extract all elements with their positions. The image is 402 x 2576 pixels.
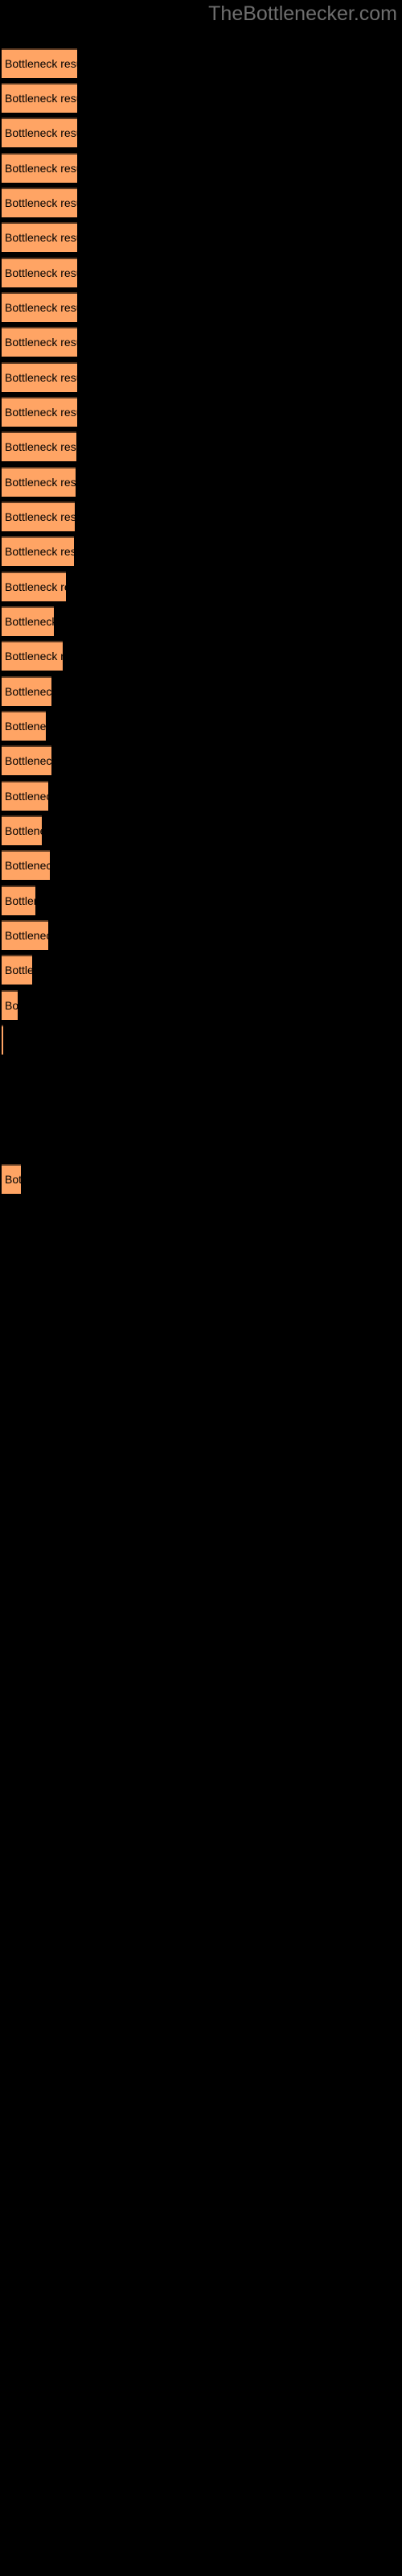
- bar-22[interactable]: Bottleneck result: [2, 781, 48, 811]
- bar-label: Bottleneck result: [5, 929, 48, 942]
- bar-label: Bottleneck result: [5, 1173, 21, 1186]
- bar-label: Bottleneck result: [5, 162, 77, 175]
- bar-label: Bottleneck result: [5, 894, 35, 907]
- bar-8[interactable]: Bottleneck result: [2, 292, 77, 322]
- bar-23[interactable]: Bottleneck result: [2, 815, 42, 845]
- bar-19[interactable]: Bottleneck result: [2, 676, 51, 706]
- bar-5[interactable]: Bottleneck result: [2, 188, 77, 217]
- bar-15[interactable]: Bottleneck result: [2, 536, 74, 566]
- bar-17[interactable]: Bottleneck result: [2, 606, 54, 636]
- bar-3[interactable]: Bottleneck result: [2, 118, 77, 147]
- bar-label: Bottleneck result: [5, 545, 74, 558]
- bar-label: Bottleneck result: [5, 999, 18, 1012]
- bar-4[interactable]: Bottleneck result: [2, 153, 77, 183]
- bar-7[interactable]: Bottleneck result: [2, 258, 77, 287]
- bar-label: Bottleneck result: [5, 92, 77, 105]
- bar-9[interactable]: Bottleneck result: [2, 327, 77, 357]
- bar-label: Bottleneck result: [5, 301, 77, 314]
- bar-label: Bottleneck result: [5, 371, 77, 384]
- bar-11[interactable]: Bottleneck result: [2, 397, 77, 427]
- bar-label: Bottleneck result: [5, 580, 66, 593]
- bar-label: Bottleneck result: [5, 615, 54, 628]
- bar-24[interactable]: Bottleneck result: [2, 850, 50, 880]
- bar-2[interactable]: Bottleneck result: [2, 83, 77, 113]
- bar-25[interactable]: Bottleneck result: [2, 886, 35, 915]
- bar-20[interactable]: Bottleneck result: [2, 711, 46, 741]
- bar-label: Bottleneck result: [5, 754, 51, 767]
- bar-label: Bottleneck result: [5, 824, 42, 837]
- bar-label: Bottleneck result: [5, 790, 48, 803]
- bar-10[interactable]: Bottleneck result: [2, 362, 77, 392]
- bar-list: Bottleneck result Bottleneck result Bottle…: [0, 0, 402, 2576]
- bar-label: Bottleneck result: [5, 440, 76, 453]
- bar-26[interactable]: Bottleneck result: [2, 920, 48, 950]
- bar-13[interactable]: Bottleneck result: [2, 467, 76, 497]
- bottleneck-chart: TheBottlenecker.com Bottleneck resultBot…: [0, 0, 402, 2576]
- bar-6[interactable]: Bottleneck result: [2, 222, 77, 252]
- bar-label: Bottleneck result: [5, 231, 77, 244]
- bar-label: Bottleneck result: [5, 406, 77, 419]
- bar-label: Bottleneck result: [5, 196, 77, 209]
- bar-label: Bottleneck result: [5, 720, 46, 733]
- bar-label: Bottleneck result: [5, 685, 51, 698]
- bar-label: Bottleneck result: [5, 126, 77, 139]
- bar-29[interactable]: Bottleneck result: [2, 1025, 3, 1055]
- bar-21[interactable]: Bottleneck result: [2, 745, 51, 775]
- bar-14[interactable]: Bottleneck result: [2, 502, 75, 531]
- bar-28[interactable]: Bottleneck result: [2, 990, 18, 1020]
- bar-label: Bottleneck result: [5, 57, 77, 70]
- bar-label: Bottleneck result: [5, 859, 50, 872]
- bar-16[interactable]: Bottleneck result: [2, 572, 66, 601]
- bar-label: Bottleneck result: [5, 266, 77, 279]
- bar-18[interactable]: Bottleneck result: [2, 641, 63, 671]
- bar-label: Bottleneck result: [5, 964, 32, 976]
- bar-1[interactable]: Bottleneck result: [2, 48, 77, 78]
- bar-12[interactable]: Bottleneck result: [2, 431, 76, 461]
- bar-label: Bottleneck result: [5, 476, 76, 489]
- bar-label: Bottleneck result: [5, 510, 75, 523]
- bar-33[interactable]: Bottleneck result: [2, 1164, 21, 1194]
- bar-label: Bottleneck result: [5, 336, 77, 349]
- bar-27[interactable]: Bottleneck result: [2, 955, 32, 985]
- bar-label: Bottleneck result: [5, 650, 63, 663]
